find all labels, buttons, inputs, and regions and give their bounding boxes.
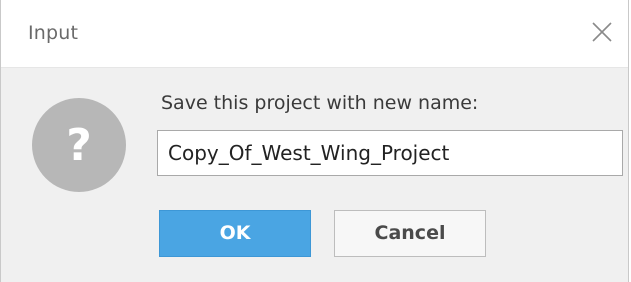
- ok-button[interactable]: OK: [159, 210, 311, 257]
- title-bar: Input: [1, 0, 628, 68]
- dialog-title: Input: [28, 22, 79, 44]
- project-name-input[interactable]: [157, 130, 623, 176]
- prompt-label: Save this project with new name:: [161, 92, 479, 114]
- question-icon: ?: [31, 97, 127, 193]
- close-button[interactable]: [584, 14, 620, 50]
- svg-text:?: ?: [66, 120, 92, 171]
- dialog-body: ? Save this project with new name: OK Ca…: [1, 68, 628, 282]
- input-dialog: Input ? Save this project with new name:…: [0, 0, 629, 282]
- cancel-button[interactable]: Cancel: [334, 210, 486, 257]
- close-icon: [592, 22, 612, 42]
